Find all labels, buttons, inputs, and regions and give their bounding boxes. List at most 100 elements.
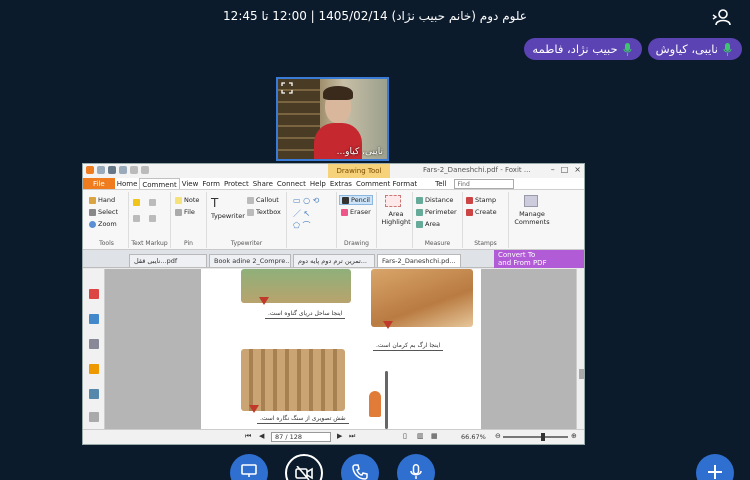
video-thumbnail[interactable]: نایبی، کیاو... bbox=[276, 77, 389, 161]
page-number-input[interactable]: 87 / 128 bbox=[271, 432, 331, 442]
child-image bbox=[369, 391, 381, 417]
redo-icon[interactable] bbox=[141, 166, 149, 174]
zoom-out-icon[interactable]: ⊖ bbox=[495, 432, 501, 440]
menu-extras[interactable]: Extras bbox=[328, 178, 354, 189]
first-page-icon[interactable]: ⏮ bbox=[245, 432, 251, 441]
zoom-level[interactable]: 66.67% bbox=[461, 433, 486, 441]
facing-view-icon[interactable]: ▦ bbox=[431, 432, 438, 440]
pages-icon[interactable] bbox=[89, 314, 99, 324]
hand-tool[interactable]: Hand bbox=[89, 196, 115, 204]
scroll-thumb[interactable] bbox=[579, 369, 584, 379]
file-tool[interactable]: File bbox=[175, 208, 195, 216]
strikeout-tool[interactable] bbox=[149, 198, 158, 206]
vertical-scrollbar[interactable] bbox=[576, 269, 584, 431]
textbox-label: Textbox bbox=[256, 208, 281, 216]
single-page-view-icon[interactable]: ▯ bbox=[403, 432, 407, 440]
mic-on-icon bbox=[623, 42, 632, 56]
select-tool[interactable]: Select bbox=[89, 208, 118, 216]
microphone-icon bbox=[410, 464, 422, 479]
last-page-icon[interactable]: ⏭ bbox=[349, 432, 355, 441]
signatures-icon[interactable] bbox=[89, 412, 99, 422]
pencil-icon bbox=[342, 196, 349, 204]
menu-form[interactable]: Form bbox=[200, 178, 222, 189]
shape-line-icon[interactable]: ／ ↖ bbox=[293, 208, 310, 219]
doc-tab[interactable]: Book adine 2_Compre... bbox=[209, 254, 291, 267]
drawing-tool-tab[interactable]: Drawing Tool bbox=[328, 164, 390, 178]
menu-connect[interactable]: Connect bbox=[275, 178, 308, 189]
find-input[interactable]: Find bbox=[454, 179, 515, 189]
continuous-view-icon[interactable]: ▥ bbox=[417, 432, 424, 440]
shape-rectangle-icon[interactable]: ▭ ○ ⟲ bbox=[293, 196, 319, 205]
group-caption: Drawing bbox=[344, 240, 369, 247]
call-button[interactable] bbox=[341, 454, 379, 480]
create-label: Create bbox=[475, 208, 497, 216]
textbox-tool[interactable]: Textbox bbox=[247, 208, 281, 216]
menu-home[interactable]: Home bbox=[115, 178, 140, 189]
tell-me[interactable]: Tell bbox=[433, 178, 448, 189]
quick-access-toolbar bbox=[86, 166, 149, 174]
screen-share-button[interactable] bbox=[230, 454, 268, 480]
menu-comment-format[interactable]: Comment Format bbox=[354, 178, 419, 189]
close-icon[interactable]: × bbox=[574, 165, 581, 174]
menu-help[interactable]: Help bbox=[308, 178, 328, 189]
stamp-tool[interactable]: Stamp bbox=[466, 196, 496, 204]
attachments-icon[interactable] bbox=[89, 389, 99, 399]
area-icon bbox=[416, 220, 423, 228]
next-page-icon[interactable]: ▶ bbox=[337, 432, 342, 440]
replace-text-tool[interactable] bbox=[149, 214, 158, 222]
distance-tool[interactable]: Distance bbox=[416, 196, 453, 204]
menu-view[interactable]: View bbox=[180, 178, 201, 189]
typewriter-tool[interactable]: Typewriter bbox=[211, 212, 245, 220]
shape-polygon-icon[interactable]: ⬠ ⌒ bbox=[293, 220, 311, 231]
zoom-slider-knob[interactable] bbox=[541, 433, 545, 441]
minimize-icon[interactable]: – bbox=[551, 165, 555, 174]
highlight-tool[interactable] bbox=[133, 198, 142, 206]
doc-tab[interactable]: نایبی ققل...pdf bbox=[129, 254, 207, 267]
area-tool[interactable]: Area bbox=[416, 220, 440, 228]
note-tool[interactable]: Note bbox=[175, 196, 199, 204]
print-icon[interactable] bbox=[119, 166, 127, 174]
convert-line1: Convert To bbox=[498, 251, 536, 259]
camera-button[interactable] bbox=[285, 454, 323, 480]
create-stamp-icon bbox=[466, 208, 473, 216]
save-icon[interactable] bbox=[108, 166, 116, 174]
add-button[interactable] bbox=[696, 454, 734, 480]
participant-chip[interactable]: حبیب نژاد، فاطمه bbox=[524, 38, 642, 60]
maximize-icon[interactable]: □ bbox=[561, 165, 569, 174]
expand-icon[interactable] bbox=[281, 82, 293, 94]
menu-protect[interactable]: Protect bbox=[222, 178, 251, 189]
zoom-in-icon[interactable]: ⊕ bbox=[571, 432, 577, 440]
eraser-tool[interactable]: Eraser bbox=[341, 208, 371, 216]
prev-page-icon[interactable]: ◀ bbox=[259, 432, 264, 440]
convert-banner[interactable]: Convert To and From PDF bbox=[494, 250, 584, 268]
participant-chip[interactable]: نایبی، کیاوش bbox=[647, 38, 742, 60]
user-list-icon[interactable] bbox=[712, 8, 732, 26]
menu-file[interactable]: File bbox=[83, 178, 115, 189]
open-icon[interactable] bbox=[97, 166, 105, 174]
undo-icon[interactable] bbox=[130, 166, 138, 174]
hand-label: Hand bbox=[98, 196, 116, 204]
zoom-slider[interactable] bbox=[503, 433, 568, 441]
zoom-icon bbox=[89, 220, 96, 228]
underline-tool[interactable] bbox=[133, 214, 142, 222]
meeting-title: علوم دوم (خانم حبیب نژاد) 1405/02/14 | 1… bbox=[223, 9, 527, 23]
camera-off-icon bbox=[295, 466, 313, 480]
callout-tool[interactable]: Callout bbox=[247, 196, 279, 204]
area-highlight-tool[interactable]: Area Highlight bbox=[380, 210, 412, 226]
strikeout-icon bbox=[149, 198, 156, 206]
menu-share[interactable]: Share bbox=[251, 178, 275, 189]
phone-icon bbox=[352, 464, 368, 480]
doc-tab-active[interactable]: Fars-2_Daneshchi.pd... bbox=[377, 254, 461, 267]
layers-icon[interactable] bbox=[89, 339, 99, 349]
comments-icon[interactable] bbox=[89, 364, 99, 374]
microphone-button[interactable] bbox=[397, 454, 435, 480]
zoom-tool[interactable]: Zoom bbox=[89, 220, 117, 228]
pencil-tool[interactable]: Pencil bbox=[339, 195, 373, 205]
perimeter-tool[interactable]: Perimeter bbox=[416, 208, 457, 216]
bookmark-icon[interactable] bbox=[89, 289, 99, 299]
menu-comment[interactable]: Comment bbox=[139, 178, 180, 189]
create-stamp-tool[interactable]: Create bbox=[466, 208, 497, 216]
eraser-icon bbox=[341, 208, 348, 216]
manage-comments-tool[interactable]: Manage Comments bbox=[511, 210, 553, 226]
doc-tab[interactable]: تمرین ترم دوم پایه دوم... bbox=[293, 254, 375, 267]
